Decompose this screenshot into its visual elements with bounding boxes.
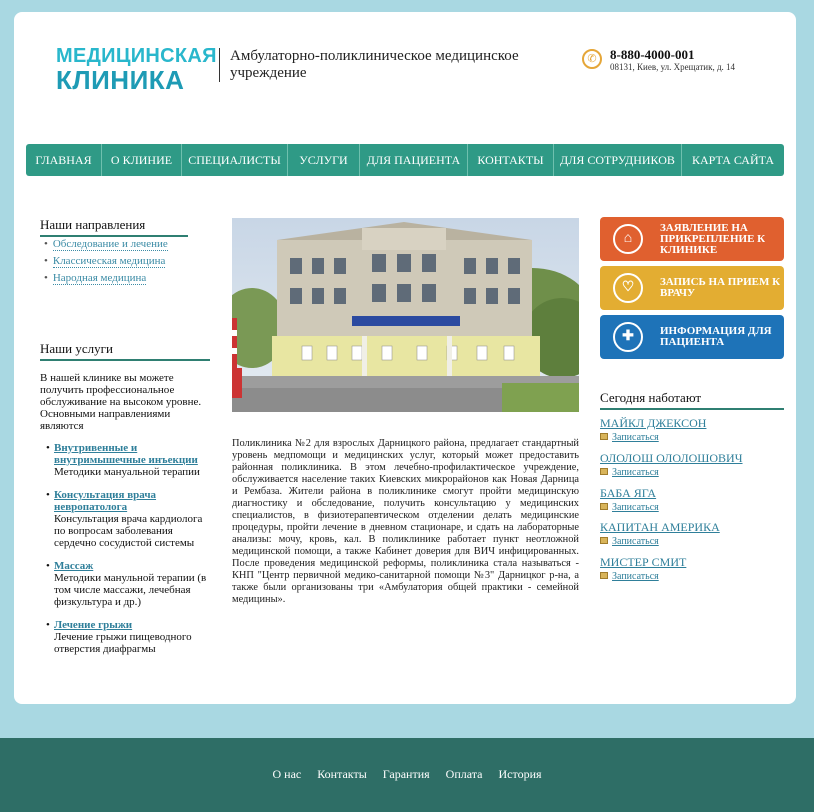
footer-link-history[interactable]: История [498,767,541,781]
site-logo[interactable]: МЕДИЦИНСКАЯ КЛИНИКА [56,46,217,93]
clinic-building-photo [232,218,579,412]
book-link[interactable]: Записаться [612,502,659,513]
main-nav: ГЛАВНАЯ О КЛИНИЕ СПЕЦИАЛИСТЫ УСЛУГИ ДЛЯ … [26,144,784,176]
cta-appointment-button[interactable]: ♡ ЗАПИСЬ НА ПРИЕМ К ВРАЧУ [600,266,784,310]
cta-label: ЗАЯВЛЕНИЕ НА ПРИКРЕПЛЕНИЕ К КЛИНИКЕ [660,221,766,256]
footer-link-payment[interactable]: Оплата [446,767,483,781]
book-link[interactable]: Записаться [612,571,659,582]
service-desc: Консультация врача кардиолога по вопроса… [54,513,203,549]
services-intro: В нашей клинике вы можете получить профе… [40,372,202,432]
phone-icon: ✆ [582,49,602,69]
page-card: МЕДИЦИНСКАЯ КЛИНИКА Амбулаторно-поликлин… [14,12,796,704]
nav-specialists[interactable]: СПЕЦИАЛИСТЫ [182,144,288,176]
list-item: Внутривенные и внутримышечные инъекции М… [46,442,212,478]
cta-attach-button[interactable]: ⌂ ЗАЯВЛЕНИЕ НА ПРИКРЕПЛЕНИЕ К КЛИНИКЕ [600,217,784,261]
service-desc: Методики манульной терапии (в том числе … [54,572,207,608]
calendar-icon [600,433,608,440]
list-item: Массаж Методики манульной терапии (в том… [46,560,212,608]
calendar-icon [600,468,608,475]
house-plus-icon: ⌂ [613,224,643,254]
article-text: Поликлиника №2 для взрослых Дарницкого р… [232,438,579,605]
doctor-name-link[interactable]: МИСТЕР СМИТ [600,555,784,570]
doctor-entry: КАПИТАН АМЕРИКА Записаться [600,520,784,547]
list-item: Обследование и лечение [44,238,168,251]
footer-link-contacts[interactable]: Контакты [317,767,367,781]
doctor-entry: ОЛОЛОШ ОЛОЛОШОВИЧ Записаться [600,451,784,478]
list-item: Лечение грыжи Лечение грыжи пищеводного … [46,619,212,655]
book-link[interactable]: Записаться [612,432,659,443]
service-link[interactable]: Лечение грыжи [54,619,212,631]
direction-link[interactable]: Обследование и лечение [52,238,168,251]
footer-link-guarantee[interactable]: Гарантия [383,767,430,781]
service-link[interactable]: Массаж [54,560,212,572]
service-desc: Лечение грыжи пищеводного отверстия диаф… [54,631,192,655]
direction-link[interactable]: Классическая медицина [52,255,166,268]
doctor-entry: МАЙКЛ ДЖЕКСОН Записаться [600,416,784,443]
doctor-entry: БАБА ЯГА Записаться [600,486,784,513]
doctor-name-link[interactable]: БАБА ЯГА [600,486,784,501]
cta-info-button[interactable]: ✚ ИНФОРМАЦИЯ ДЛЯ ПАЦИЕНТА [600,315,784,359]
footer-nav: О нас Контакты Гарантия Оплата История [0,765,814,783]
list-item: Народная медицина [44,272,168,285]
nav-patients[interactable]: ДЛЯ ПАЦИЕНТА [360,144,468,176]
calendar-icon [600,503,608,510]
services-heading: Наши услуги [40,341,210,361]
nav-home[interactable]: ГЛАВНАЯ [26,144,102,176]
direction-link[interactable]: Народная медицина [52,272,147,285]
cta-label: ЗАПИСЬ НА ПРИЕМ К ВРАЧУ [660,276,781,299]
cta-label: ИНФОРМАЦИЯ ДЛЯ ПАЦИЕНТА [660,325,772,348]
nav-contacts[interactable]: КОНТАКТЫ [468,144,554,176]
logo-text-top: МЕДИЦИНСКАЯ [56,45,217,67]
site-tagline: Амбулаторно-поликлиническое медицинское … [230,48,519,81]
heart-icon: ♡ [613,273,643,303]
service-link[interactable]: Внутривенные и внутримышечные инъекции [54,442,212,466]
nav-sitemap[interactable]: КАРТА САЙТА [682,144,784,176]
nav-about[interactable]: О КЛИНИЕ [102,144,182,176]
book-link[interactable]: Записаться [612,467,659,478]
service-desc: Методики мануальной терапии [54,466,200,478]
book-link[interactable]: Записаться [612,536,659,547]
phone-number[interactable]: 8-880-4000-001 [610,47,695,63]
today-heading: Сегодня наботают [600,390,784,410]
nav-services[interactable]: УСЛУГИ [288,144,360,176]
directions-heading: Наши направления [40,217,188,237]
doctor-name-link[interactable]: ОЛОЛОШ ОЛОЛОШОВИЧ [600,451,784,466]
calendar-icon [600,572,608,579]
doctor-name-link[interactable]: КАПИТАН АМЕРИКА [600,520,784,535]
clinic-address: 08131, Киев, ул. Хрещатик, д. 14 [610,62,736,72]
doctor-name-link[interactable]: МАЙКЛ ДЖЕКСОН [600,416,784,431]
logo-text-bottom: КЛИНИКА [56,65,185,95]
directions-list: Обследование и лечение Классическая меди… [44,238,168,289]
medical-folder-icon: ✚ [613,322,643,352]
site-footer: О нас Контакты Гарантия Оплата История [0,738,814,812]
list-item: Классическая медицина [44,255,168,268]
services-list: Внутривенные и внутримышечные инъекции М… [46,442,212,666]
header-divider [219,48,220,82]
nav-staff[interactable]: ДЛЯ СОТРУДНИКОВ [554,144,682,176]
doctor-entry: МИСТЕР СМИТ Записаться [600,555,784,582]
footer-link-about[interactable]: О нас [272,767,301,781]
calendar-icon [600,537,608,544]
service-link[interactable]: Консультация врача невропатолога [54,489,212,513]
list-item: Консультация врача невропатолога Консуль… [46,489,212,549]
